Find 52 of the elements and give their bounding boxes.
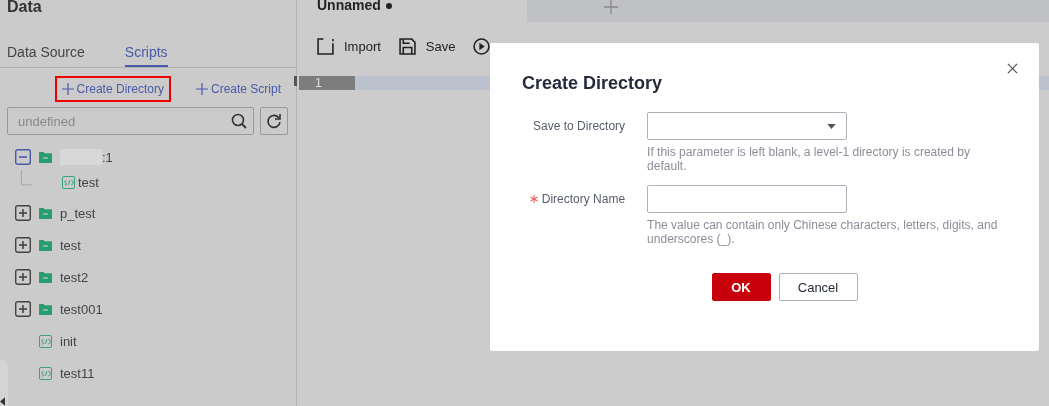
expander-icon[interactable] bbox=[15, 149, 31, 165]
ok-button[interactable]: OK bbox=[711, 273, 771, 301]
plus-icon bbox=[61, 83, 74, 95]
line-number: 1 bbox=[299, 76, 355, 90]
tab[interactable]: Data Source bbox=[7, 35, 85, 67]
close-icon[interactable] bbox=[1007, 63, 1018, 74]
folder-icon bbox=[39, 238, 52, 252]
input-field[interactable] bbox=[647, 185, 848, 213]
field-label: Save to Directory bbox=[533, 119, 626, 133]
caret-icon bbox=[827, 124, 837, 129]
tree-item[interactable]: test001 bbox=[60, 301, 103, 317]
folder-icon bbox=[39, 206, 52, 220]
search-icon bbox=[231, 113, 247, 129]
plus-icon bbox=[195, 83, 208, 95]
toolbar-button[interactable]: Import bbox=[317, 36, 381, 56]
tree-item[interactable]: test bbox=[60, 237, 81, 253]
tree-item[interactable]: init bbox=[60, 333, 77, 349]
tree-item[interactable]: test bbox=[78, 174, 99, 190]
field-hint: If this parameter is left blank, a level-1 directory is created by default. bbox=[647, 145, 971, 173]
tree-item[interactable]: test2 bbox=[60, 269, 89, 285]
sql-file-icon bbox=[62, 175, 75, 189]
expander-icon[interactable] bbox=[15, 237, 31, 253]
folder-icon bbox=[39, 150, 52, 164]
scrollbar-thumb[interactable] bbox=[294, 76, 297, 86]
refresh-icon bbox=[266, 113, 282, 129]
toolbar-button[interactable] bbox=[473, 36, 491, 56]
search-field[interactable]: undefined bbox=[7, 107, 254, 135]
folder-icon bbox=[39, 270, 52, 284]
expander-icon[interactable] bbox=[15, 269, 31, 285]
dialog-title: Create Directory bbox=[522, 73, 663, 94]
panel-title: Data bbox=[6, 0, 43, 15]
tree-guide-icon bbox=[20, 170, 32, 186]
expander-icon[interactable] bbox=[15, 301, 31, 317]
save-icon bbox=[398, 37, 416, 55]
sql-file-icon bbox=[39, 366, 52, 380]
expander-icon[interactable] bbox=[15, 205, 31, 221]
field-label: Directory Name bbox=[541, 192, 626, 206]
tree-item[interactable]: test11 bbox=[60, 365, 95, 381]
create-link[interactable]: Create Directory bbox=[54, 76, 171, 102]
tab[interactable]: Scripts bbox=[124, 35, 168, 67]
toolbar-button[interactable]: Save bbox=[398, 36, 456, 56]
tree-item[interactable]: :1 bbox=[102, 149, 113, 165]
refresh-button[interactable] bbox=[260, 107, 288, 135]
create-link[interactable]: Create Script bbox=[188, 76, 288, 102]
folder-icon bbox=[39, 302, 52, 316]
field-hint: The value can contain only Chinese characters, letters, digits, and underscores (_). bbox=[647, 218, 999, 246]
run-icon bbox=[473, 37, 491, 55]
collapse-handle[interactable] bbox=[0, 360, 8, 406]
import-icon bbox=[317, 37, 334, 55]
sql-file-icon bbox=[39, 334, 52, 348]
cancel-button[interactable]: Cancel bbox=[778, 273, 858, 301]
tree-item[interactable]: p_test bbox=[60, 205, 96, 221]
